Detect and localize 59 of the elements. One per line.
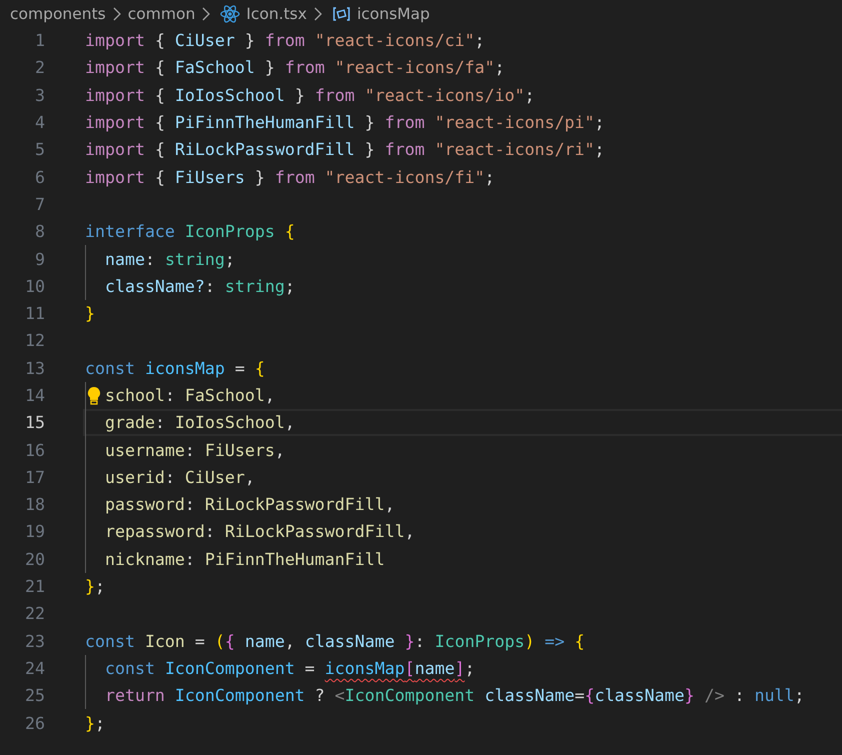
line-number: 21 — [24, 577, 45, 596]
line-number: 18 — [24, 495, 45, 514]
code-line: }; — [85, 577, 105, 596]
atom-icon — [220, 4, 240, 22]
line-number: 11 — [24, 304, 45, 324]
code-line: nickname: PiFinnTheHumanFill — [104, 550, 385, 569]
code-line: repassword: RiLockPasswordFill, — [104, 522, 415, 542]
line-number: 14 — [24, 386, 45, 405]
line-number: 17 — [24, 468, 45, 487]
chevron-icon — [314, 6, 322, 20]
line-number: 24 — [24, 658, 45, 678]
code-line: import { IoIosSchool } from "react-icons/io"; — [85, 86, 535, 105]
code-line: const IconComponent = iconsMap[name]; — [104, 658, 475, 678]
line-number: 23 — [24, 632, 45, 651]
line-number: 15 — [24, 413, 45, 432]
code-line: return IconComponent ? <IconComponent className={className} /> : null; — [104, 686, 804, 706]
code-line: username: FiUsers, — [104, 440, 285, 460]
code-line: const Icon = ({ name, className }: IconProps) => { — [85, 632, 585, 651]
lightbulb-icon[interactable] — [87, 386, 101, 405]
line-number: 3 — [34, 86, 45, 105]
breadcrumb-item[interactable]: components — [10, 4, 106, 22]
chevron-icon — [202, 6, 210, 20]
line-number: 9 — [34, 250, 45, 269]
line-number: 13 — [24, 358, 45, 378]
code-line: name: string; — [104, 250, 235, 269]
line-number: 7 — [34, 194, 45, 214]
code-line: userid: CiUser, — [104, 468, 255, 487]
line-number: 10 — [24, 276, 45, 296]
line-number: 25 — [24, 686, 45, 706]
code-line: }; — [85, 714, 105, 733]
line-number: 16 — [24, 440, 45, 460]
line-number: 5 — [34, 140, 45, 160]
breadcrumb-item[interactable]: Icon.tsx — [246, 4, 307, 22]
line-number: 20 — [24, 550, 45, 569]
line-number: 12 — [24, 331, 45, 350]
line-number: 6 — [34, 168, 45, 187]
line-number: 19 — [24, 522, 45, 542]
code-line: import { CiUser } from "react-icons/ci"; — [85, 31, 485, 50]
code-line: import { FiUsers } from "react-icons/fi"; — [85, 168, 495, 187]
line-number: 22 — [24, 604, 45, 624]
code-line: school: FaSchool, — [104, 386, 275, 405]
chevron-icon — [112, 6, 121, 20]
variable-icon — [332, 6, 351, 22]
line-number: 2 — [34, 58, 45, 78]
code-line: grade: IoIosSchool, — [104, 413, 295, 432]
line-number: 26 — [24, 714, 45, 733]
code-line: const iconsMap = { — [85, 358, 265, 378]
breadcrumb-item[interactable]: iconsMap — [356, 4, 430, 22]
line-number: 1 — [34, 31, 45, 50]
code-line: password: RiLockPasswordFill, — [104, 495, 395, 514]
code-line: className?: string; — [104, 276, 295, 296]
code-line: import { FaSchool } from "react-icons/fa"; — [85, 58, 505, 78]
code-line: import { PiFinnTheHumanFill } from "react-icons/pi"; — [85, 113, 605, 132]
code-line: import { RiLockPasswordFill } from "react-icons/ri"; — [85, 140, 605, 160]
line-number: 4 — [34, 113, 45, 132]
code-line: } — [85, 304, 95, 324]
line-number: 8 — [34, 222, 45, 242]
breadcrumb-item[interactable]: common — [128, 4, 196, 22]
code-line: interface IconProps { — [85, 222, 295, 242]
